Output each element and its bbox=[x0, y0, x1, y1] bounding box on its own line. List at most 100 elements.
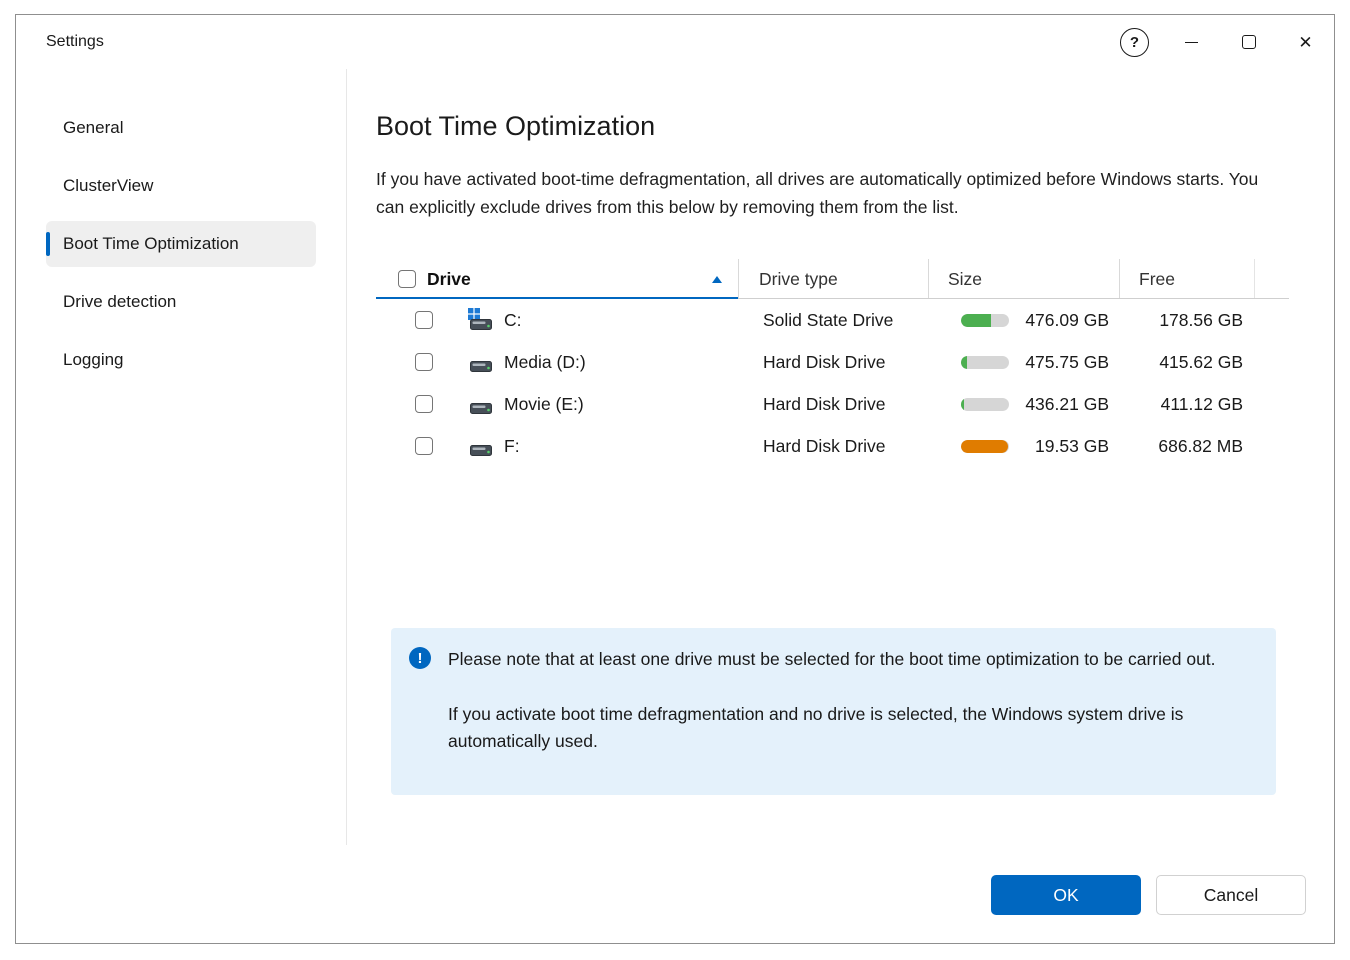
column-header-size-label: Size bbox=[948, 269, 982, 290]
drive-cell: F: bbox=[376, 425, 738, 467]
sidebar-item-boot-time-optimization[interactable]: Boot Time Optimization bbox=[46, 221, 316, 267]
screen: Settings ? ✕ General Cluster bbox=[0, 0, 1350, 960]
main-content: Boot Time Optimization If you have activ… bbox=[348, 69, 1334, 943]
window-title: Settings bbox=[46, 33, 104, 51]
sidebar-item-label: Logging bbox=[63, 350, 124, 370]
page-title: Boot Time Optimization bbox=[376, 111, 655, 142]
drive-size: 436.21 GB bbox=[1009, 394, 1119, 415]
drive-icon bbox=[469, 394, 493, 415]
drive-type-cell: Hard Disk Drive bbox=[738, 341, 928, 383]
drive-type: Hard Disk Drive bbox=[763, 394, 886, 415]
titlebar: Settings ? ✕ bbox=[16, 15, 1334, 69]
usage-bar bbox=[961, 314, 1009, 327]
usage-bar bbox=[961, 440, 1009, 453]
help-button[interactable]: ? bbox=[1106, 15, 1163, 69]
drive-type-cell: Hard Disk Drive bbox=[738, 383, 928, 425]
drive-checkbox[interactable] bbox=[415, 437, 433, 455]
usage-bar-fill bbox=[961, 440, 1008, 453]
drive-type: Hard Disk Drive bbox=[763, 352, 886, 373]
sidebar-item-general[interactable]: General bbox=[46, 105, 316, 151]
table-header: Drive Drive type Size Free bbox=[376, 259, 1289, 299]
size-cell: 436.21 GB bbox=[928, 383, 1119, 425]
drive-checkbox[interactable] bbox=[415, 353, 433, 371]
select-all-checkbox[interactable] bbox=[398, 270, 416, 288]
drive-checkbox[interactable] bbox=[415, 395, 433, 413]
drive-cell: Media (D:) bbox=[376, 341, 738, 383]
sidebar-items: General ClusterView Boot Time Optimizati… bbox=[16, 69, 346, 383]
table-row[interactable]: Movie (E:) Hard Disk Drive 436.21 GB 411… bbox=[376, 383, 1289, 425]
drive-column-underline bbox=[376, 297, 738, 299]
usage-bar bbox=[961, 398, 1009, 411]
sidebar-item-drive-detection[interactable]: Drive detection bbox=[46, 279, 316, 325]
note-text: Please note that at least one drive must… bbox=[448, 646, 1248, 755]
table-body: C: Solid State Drive 476.09 GB 178.56 GB bbox=[376, 299, 1289, 467]
close-button[interactable]: ✕ bbox=[1277, 15, 1334, 69]
sidebar-item-label: Drive detection bbox=[63, 292, 176, 312]
help-icon: ? bbox=[1120, 28, 1149, 57]
usage-bar-fill bbox=[961, 314, 991, 327]
drive-size: 19.53 GB bbox=[1009, 436, 1119, 457]
minimize-button[interactable] bbox=[1163, 15, 1220, 69]
drive-name: Media (D:) bbox=[504, 352, 586, 373]
drive-type-cell: Solid State Drive bbox=[738, 299, 928, 341]
drive-name: C: bbox=[504, 310, 522, 331]
size-cell: 475.75 GB bbox=[928, 341, 1119, 383]
column-header-drive[interactable]: Drive bbox=[376, 259, 738, 299]
column-header-size[interactable]: Size bbox=[928, 259, 1119, 299]
usage-bar-fill bbox=[961, 356, 967, 369]
drive-free: 178.56 GB bbox=[1159, 310, 1243, 331]
drive-icon bbox=[469, 352, 493, 373]
selected-accent-bar bbox=[46, 232, 50, 256]
column-header-drive-type-label: Drive type bbox=[759, 269, 838, 290]
drive-type: Hard Disk Drive bbox=[763, 436, 886, 457]
info-icon: ! bbox=[409, 647, 431, 669]
sidebar: General ClusterView Boot Time Optimizati… bbox=[16, 69, 347, 845]
sidebar-item-label: Boot Time Optimization bbox=[63, 234, 239, 254]
free-cell: 178.56 GB bbox=[1119, 299, 1254, 341]
column-header-filler bbox=[1254, 259, 1289, 299]
drive-table: Drive Drive type Size Free bbox=[376, 259, 1289, 467]
cancel-button[interactable]: Cancel bbox=[1156, 875, 1306, 915]
sidebar-item-logging[interactable]: Logging bbox=[46, 337, 316, 383]
free-cell: 686.82 MB bbox=[1119, 425, 1254, 467]
drive-type-cell: Hard Disk Drive bbox=[738, 425, 928, 467]
size-cell: 19.53 GB bbox=[928, 425, 1119, 467]
table-row[interactable]: C: Solid State Drive 476.09 GB 178.56 GB bbox=[376, 299, 1289, 341]
free-cell: 411.12 GB bbox=[1119, 383, 1254, 425]
drive-free: 411.12 GB bbox=[1161, 394, 1243, 415]
column-header-free[interactable]: Free bbox=[1119, 259, 1254, 299]
ok-button[interactable]: OK bbox=[991, 875, 1141, 915]
drive-name: Movie (E:) bbox=[504, 394, 584, 415]
drive-name: F: bbox=[504, 436, 520, 457]
minimize-icon bbox=[1185, 42, 1198, 43]
size-cell: 476.09 GB bbox=[928, 299, 1119, 341]
table-row[interactable]: F: Hard Disk Drive 19.53 GB 686.82 MB bbox=[376, 425, 1289, 467]
drive-size: 475.75 GB bbox=[1009, 352, 1119, 373]
column-header-drive-label: Drive bbox=[427, 269, 471, 290]
drive-free: 415.62 GB bbox=[1159, 352, 1243, 373]
sort-ascending-icon bbox=[712, 276, 722, 283]
note-paragraph-1: Please note that at least one drive must… bbox=[448, 646, 1248, 673]
sidebar-item-clusterview[interactable]: ClusterView bbox=[46, 163, 316, 209]
drive-size: 476.09 GB bbox=[1009, 310, 1119, 331]
close-icon: ✕ bbox=[1298, 34, 1312, 51]
sidebar-item-label: General bbox=[63, 118, 123, 138]
drive-icon bbox=[469, 436, 493, 457]
usage-bar-fill bbox=[961, 398, 964, 411]
table-row[interactable]: Media (D:) Hard Disk Drive 475.75 GB 415… bbox=[376, 341, 1289, 383]
header-underline bbox=[738, 298, 1289, 299]
free-cell: 415.62 GB bbox=[1119, 341, 1254, 383]
column-header-drive-type[interactable]: Drive type bbox=[738, 259, 928, 299]
note-box: ! Please note that at least one drive mu… bbox=[391, 628, 1276, 795]
sidebar-item-label: ClusterView bbox=[63, 176, 153, 196]
usage-bar bbox=[961, 356, 1009, 369]
drive-type: Solid State Drive bbox=[763, 310, 893, 331]
note-paragraph-2: If you activate boot time defragmentatio… bbox=[448, 701, 1248, 755]
drive-icon bbox=[469, 310, 493, 331]
maximize-icon bbox=[1242, 35, 1256, 49]
drive-cell: Movie (E:) bbox=[376, 383, 738, 425]
page-description: If you have activated boot-time defragme… bbox=[376, 165, 1281, 221]
maximize-button[interactable] bbox=[1220, 15, 1277, 69]
drive-checkbox[interactable] bbox=[415, 311, 433, 329]
drive-free: 686.82 MB bbox=[1158, 436, 1243, 457]
